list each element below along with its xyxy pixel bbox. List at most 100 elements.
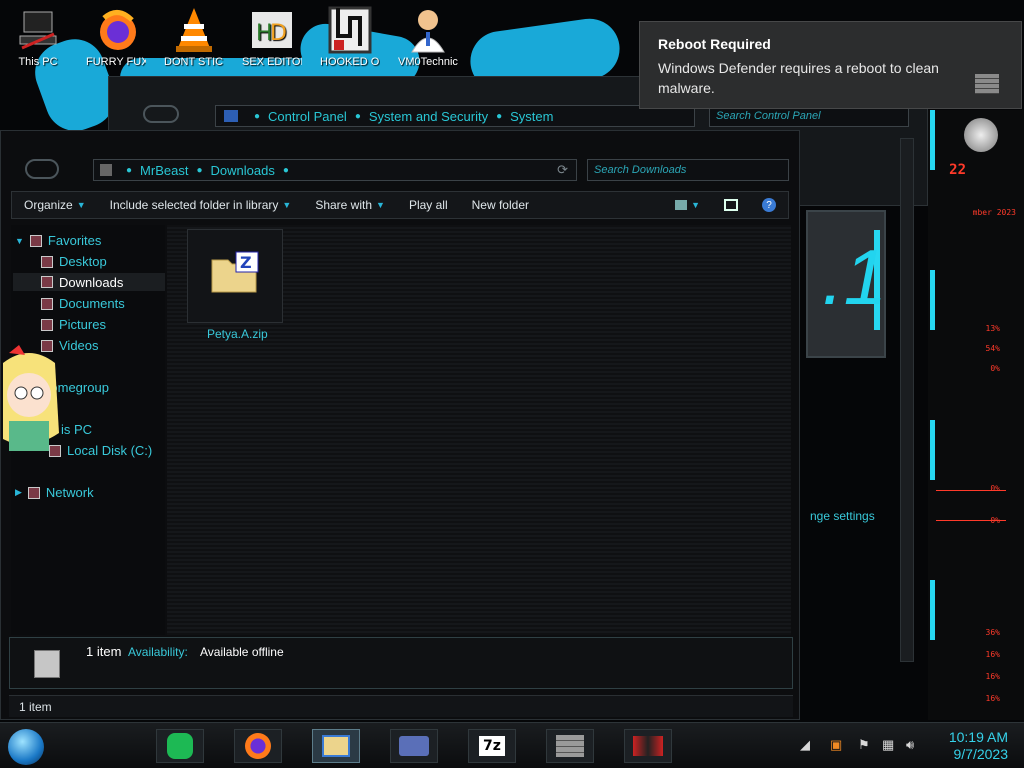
help-button[interactable]: ? [750,198,788,212]
vlc-cone-icon [172,6,216,54]
back-button[interactable] [143,105,179,123]
chevron-down-icon: ▼ [376,200,385,210]
readout: 0% [990,484,1000,493]
hex-editor-icon: HD [250,6,294,54]
toast-title: Reboot Required [658,36,771,52]
readout: 36% [985,628,1000,637]
toast-notification[interactable]: Reboot Required Windows Defender require… [639,21,1022,109]
clock-time: 10:19 AM [948,729,1008,745]
network-tray-icon[interactable]: ▦ [882,737,894,753]
desktop-icon-label: This PC [18,56,58,68]
nav-favorites[interactable]: ▼ Favorites [15,233,101,248]
file-item[interactable]: Z [187,229,283,323]
desktop-icon-furry-fux[interactable]: FURRY FUX [86,6,146,68]
share-with-button[interactable]: Share with ▼ [303,198,397,212]
svg-text:Z: Z [240,253,252,272]
chevron-down-icon: ▼ [76,200,86,210]
share-label: Share with [315,198,373,212]
cyan-accent-bar [930,420,935,480]
file-name[interactable]: Petya.A.zip [207,327,268,341]
preview-pane-button[interactable] [712,199,750,211]
folder-icon [100,164,112,176]
new-folder-button[interactable]: New folder [460,198,541,212]
wall-icon [975,74,999,94]
mirror-icon [633,736,663,756]
control-panel-icon [224,110,238,122]
desktop-icon-dont-stick[interactable]: DONT STICK [164,6,224,68]
breadcrumb-system[interactable]: System [510,109,553,124]
flag-icon[interactable]: ⚑ [858,737,870,753]
sticky-notes-icon [167,733,193,759]
documents-icon [41,297,53,310]
breadcrumb-control-panel[interactable]: Control Panel [268,109,347,124]
help-icon: ? [762,198,776,212]
search-input[interactable]: Search Downloads [587,159,789,181]
desktop-icon-label: VM0Technic... [398,56,458,68]
readout: 16% [985,650,1000,659]
view-options-button[interactable]: ▼ [663,200,712,210]
desktop-icon-this-pc[interactable]: This PC [8,6,68,68]
breadcrumb-mrbeast[interactable]: MrBeast [140,163,188,178]
start-orb-icon[interactable] [8,729,44,765]
details-pane: 1 item Availability: Available offline [9,637,793,689]
breadcrumb-downloads[interactable]: Downloads [211,163,275,178]
explorer-address-bar[interactable]: ● MrBeast ● Downloads ● ⟳ [93,159,577,181]
graph-line [936,520,1006,521]
refresh-icon[interactable]: ⟳ [557,162,568,178]
nav-desktop[interactable]: Desktop [41,254,107,269]
show-hidden-icons[interactable]: ◢ [800,737,810,753]
security-tray-icon[interactable]: ▣ [830,737,842,753]
breadcrumb-separator: ● [196,164,203,176]
control-panel-address-bar[interactable]: ● Control Panel ● System and Security ● … [215,105,695,127]
readout: 54% [985,344,1000,353]
organize-button[interactable]: Organize ▼ [12,198,98,212]
volume-icon[interactable]: 🔊︎ [906,737,914,753]
scrollbar[interactable] [900,138,914,662]
clock[interactable]: 10:19 AM 9/7/2023 [949,729,1008,763]
desktop-icon-label: DONT STICK [164,56,224,68]
nav-label: Downloads [59,274,124,290]
nav-pictures[interactable]: Pictures [41,317,106,332]
desktop-icon-sex-editor[interactable]: HD SEX EDITOR [242,6,302,68]
taskbar-card-app[interactable] [390,729,438,763]
pane-icon [724,199,738,211]
status-item-count: 1 item [19,699,52,714]
change-settings-link[interactable]: nge settings [810,509,875,523]
system-monitor-gadget: 22 mber 2023 13% 54% 0% 0% 0% 36% 16% 16… [928,110,1024,720]
nav-label: Pictures [59,317,106,332]
nav-documents[interactable]: Documents [41,296,125,311]
command-bar: Organize ▼ Include selected folder in lib… [11,191,789,219]
readout: 16% [985,672,1000,681]
breadcrumb-separator: ● [126,164,133,176]
status-bar: 1 item [9,695,793,717]
breadcrumb-separator: ● [282,164,289,176]
readout: 0% [990,364,1000,373]
taskbar-7zip[interactable]: 7z [468,729,516,763]
cyan-accent-bar [930,270,935,330]
back-button[interactable] [25,159,59,179]
taskbar-sticky-notes[interactable] [156,729,204,763]
zip-folder-icon: Z [210,250,260,299]
availability-value: Available offline [200,645,284,659]
taskbar-firefox[interactable] [234,729,282,763]
desktop-icon-hooked-on[interactable]: HOOKED ON [320,6,380,68]
explorer-window: ● MrBeast ● Downloads ● ⟳ Search Downloa… [0,130,800,720]
chevron-down-icon: ▼ [282,200,292,210]
expand-icon: ▶ [15,487,22,497]
nav-label: Favorites [47,233,102,248]
taskbar-file-explorer[interactable] [312,729,360,763]
desktop-icon-label: SEX EDITOR [242,56,302,68]
breadcrumb-system-security[interactable]: System and Security [369,109,488,124]
include-folder-button[interactable]: Include selected folder in library ▼ [98,198,304,212]
nav-downloads[interactable]: Downloads [13,273,165,291]
taskbar-mirror-app[interactable] [624,729,672,763]
taskbar: 7z ◢ ▣ ⚑ ▦ 🔊︎ 10:19 AM 9/7/2023 [0,722,1024,768]
nav-network[interactable]: ▶ Network [15,485,94,500]
cyan-accent-bar [930,110,935,170]
details-item-count: 1 item [86,644,122,659]
taskbar-wall-app[interactable] [546,729,594,763]
play-all-button[interactable]: Play all [397,198,460,212]
desktop-icon-vm0technic[interactable]: VM0Technic... [398,6,458,68]
breadcrumb-separator: ● [496,110,503,122]
toast-message: Windows Defender requires a reboot to cl… [658,60,939,96]
